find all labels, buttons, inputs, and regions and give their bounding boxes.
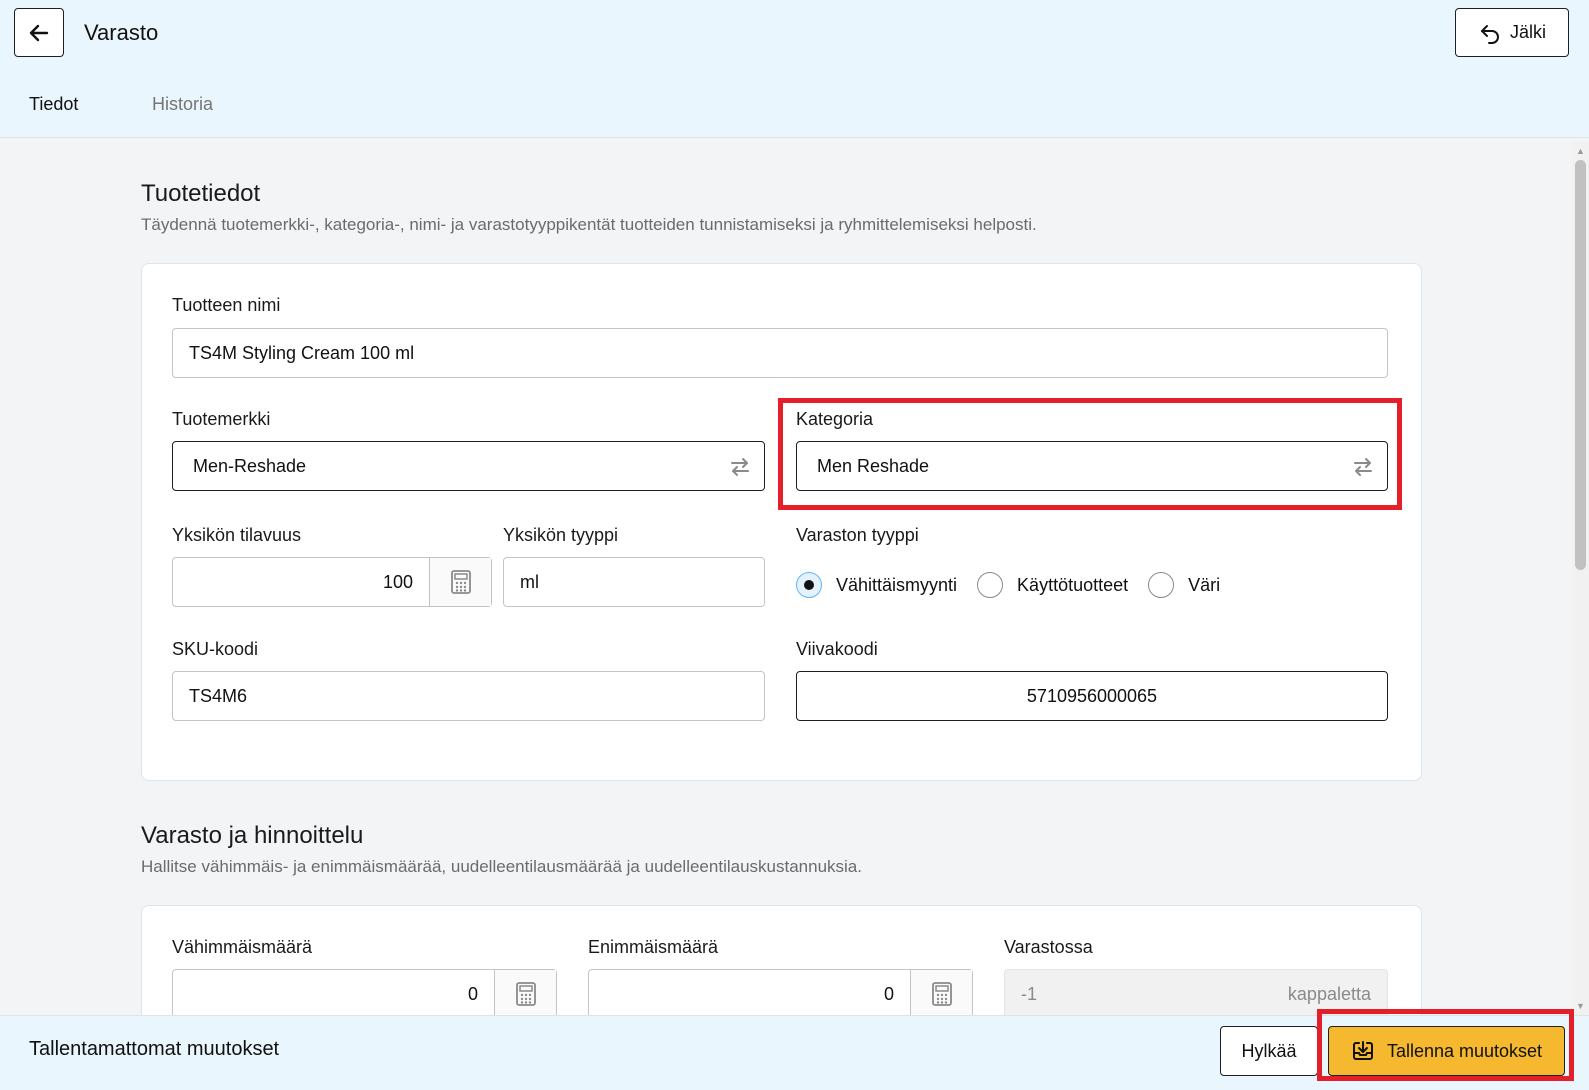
- category-highlight-box: [778, 398, 1402, 510]
- unit-volume-input[interactable]: 100: [172, 557, 492, 607]
- unsaved-changes-bar: Tallentamattomat muutokset Hylkää Tallen…: [0, 1009, 1589, 1090]
- product-section-title: Tuotetiedot: [141, 180, 261, 207]
- stock-type-radio-group: Vähittäismyynti Käyttötuotteet Väri: [796, 572, 1240, 598]
- min-quantity-label: Vähimmäismäärä: [172, 937, 313, 957]
- barcode-label: Viivakoodi: [796, 639, 878, 659]
- page-title: Varasto: [84, 20, 159, 45]
- calculator-icon: [450, 570, 471, 594]
- brand-value: Men-Reshade: [193, 455, 307, 476]
- scroll-down-icon[interactable]: ▼: [1572, 999, 1589, 1013]
- min-quantity-value: 0: [467, 983, 478, 1004]
- barcode-input[interactable]: 5710956000065: [796, 671, 1388, 721]
- radio-consumables[interactable]: [977, 572, 1004, 598]
- top-bar: Varasto Jälki Tiedot Historia: [0, 0, 1589, 138]
- brand-label: Tuotemerkki: [172, 409, 271, 429]
- tab-historia[interactable]: Historia: [152, 94, 213, 115]
- min-quantity-input[interactable]: 0: [172, 969, 557, 1019]
- calculator-button[interactable]: [429, 558, 491, 606]
- sku-input[interactable]: TS4M6: [172, 671, 765, 721]
- product-name-input[interactable]: TS4M Styling Cream 100 ml: [172, 328, 1388, 378]
- radio-color[interactable]: [1148, 572, 1175, 598]
- radio-retail[interactable]: [796, 572, 822, 598]
- stock-section-title: Varasto ja hinnoittelu: [141, 822, 364, 849]
- radio-consumables-label[interactable]: Käyttötuotteet: [1017, 575, 1128, 596]
- save-highlight-box: [1317, 1009, 1574, 1081]
- calculator-button[interactable]: [910, 970, 972, 1018]
- radio-color-label[interactable]: Väri: [1188, 575, 1220, 596]
- in-stock-value: -1: [1021, 983, 1038, 1004]
- unit-type-label: Yksikön tyyppi: [503, 525, 619, 545]
- in-stock-label: Varastossa: [1004, 937, 1093, 957]
- calculator-icon: [515, 982, 536, 1006]
- stock-type-label: Varaston tyyppi: [796, 525, 919, 545]
- undo-label: Jälki: [1509, 22, 1546, 42]
- unsaved-changes-text: Tallentamattomat muutokset: [29, 1038, 280, 1060]
- calculator-icon: [931, 982, 952, 1006]
- product-name-label: Tuotteen nimi: [172, 295, 281, 315]
- unit-type-input[interactable]: ml: [503, 557, 765, 607]
- swap-icon: [731, 458, 749, 476]
- undo-icon: [1480, 24, 1499, 44]
- tab-tiedot[interactable]: Tiedot: [29, 94, 78, 115]
- calculator-button[interactable]: [494, 970, 556, 1018]
- undo-button[interactable]: Jälki: [1455, 8, 1569, 57]
- arrow-left-icon: [29, 24, 49, 41]
- max-quantity-input[interactable]: 0: [588, 969, 973, 1019]
- scroll-up-icon[interactable]: ▲: [1572, 144, 1589, 158]
- stock-section-description: Hallitse vähimmäis- ja enimmäismäärää, u…: [141, 857, 862, 876]
- radio-retail-label[interactable]: Vähittäismyynti: [836, 575, 957, 596]
- product-section-description: Täydennä tuotemerkki-, kategoria-, nimi-…: [141, 215, 1037, 234]
- max-quantity-value: 0: [883, 983, 894, 1004]
- unit-volume-label: Yksikön tilavuus: [172, 525, 302, 545]
- sku-label: SKU-koodi: [172, 639, 259, 659]
- back-button[interactable]: [14, 8, 64, 57]
- in-stock-unit: kappaletta: [1287, 983, 1371, 1004]
- scroll-thumb[interactable]: [1575, 160, 1586, 570]
- discard-button[interactable]: Hylkää: [1220, 1026, 1318, 1076]
- brand-select[interactable]: Men-Reshade: [172, 441, 765, 491]
- max-quantity-label: Enimmäismäärä: [588, 937, 719, 957]
- scrollbar[interactable]: ▲ ▼: [1572, 142, 1589, 1015]
- unit-volume-value: 100: [382, 571, 413, 592]
